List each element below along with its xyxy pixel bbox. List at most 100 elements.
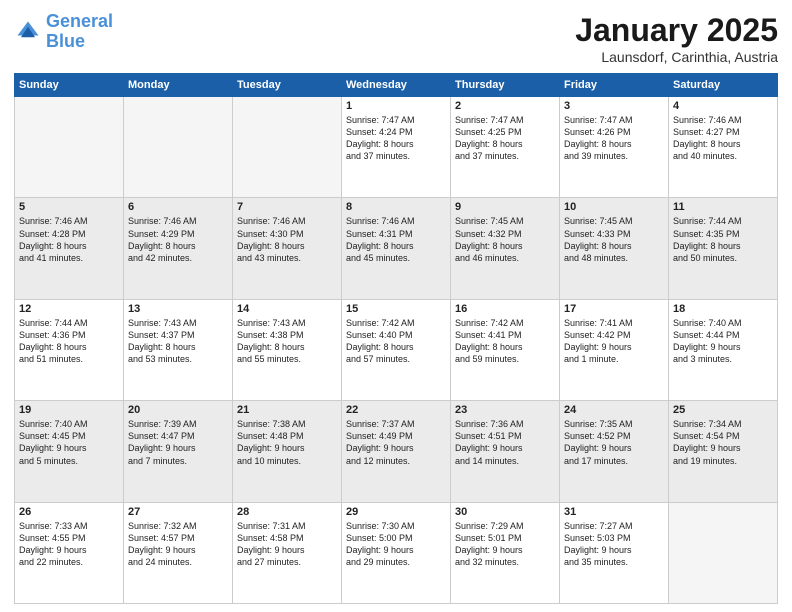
table-row: 7Sunrise: 7:46 AM Sunset: 4:30 PM Daylig… (233, 198, 342, 299)
day-number: 8 (346, 201, 446, 213)
day-number: 1 (346, 100, 446, 112)
day-number: 10 (564, 201, 664, 213)
day-info: Sunrise: 7:34 AM Sunset: 4:54 PM Dayligh… (673, 418, 773, 467)
day-number: 28 (237, 506, 337, 518)
day-number: 16 (455, 303, 555, 315)
day-info: Sunrise: 7:35 AM Sunset: 4:52 PM Dayligh… (564, 418, 664, 467)
header: General Blue January 2025 Launsdorf, Car… (14, 12, 778, 65)
table-row: 26Sunrise: 7:33 AM Sunset: 4:55 PM Dayli… (15, 502, 124, 603)
header-tuesday: Tuesday (233, 74, 342, 97)
day-number: 9 (455, 201, 555, 213)
day-number: 21 (237, 404, 337, 416)
table-row: 20 Sunrise: 7:39 AM Sunset: 4:47 PM Dayli… (124, 401, 233, 502)
day-info: Sunrise: 7:43 AM Sunset: 4:38 PM Dayligh… (237, 317, 337, 366)
day-number: 31 (564, 506, 664, 518)
day-number: 25 (673, 404, 773, 416)
day-number: 4 (673, 100, 773, 112)
table-row: 11 Sunrise: 7:44 AM Sunset: 4:35 PM Dayli… (669, 198, 778, 299)
calendar-week-row: 1 Sunrise: 7:47 AM Sunset: 4:24 PM Daylig… (15, 97, 778, 198)
table-row: 31Sunrise: 7:27 AM Sunset: 5:03 PM Dayli… (560, 502, 669, 603)
day-info: Sunrise: 7:45 AM Sunset: 4:32 PM Dayligh… (455, 215, 555, 264)
day-info: Sunrise: 7:37 AM Sunset: 4:49 PM Dayligh… (346, 418, 446, 467)
weekday-header-row: Sunday Monday Tuesday Wednesday Thursday… (15, 74, 778, 97)
table-row: 13Sunrise: 7:43 AM Sunset: 4:37 PM Dayli… (124, 299, 233, 400)
table-row: 3 Sunrise: 7:47 AM Sunset: 4:26 PM Daylig… (560, 97, 669, 198)
table-row (124, 97, 233, 198)
day-info: Sunrise: 7:45 AM Sunset: 4:33 PM Dayligh… (564, 215, 664, 264)
day-info: Sunrise: 7:41 AM Sunset: 4:42 PM Dayligh… (564, 317, 664, 366)
day-number: 20 (128, 404, 228, 416)
table-row: 21 Sunrise: 7:38 AM Sunset: 4:48 PM Dayli… (233, 401, 342, 502)
day-number: 19 (19, 404, 119, 416)
day-number: 3 (564, 100, 664, 112)
table-row: 16 Sunrise: 7:42 AM Sunset: 4:41 PM Dayli… (451, 299, 560, 400)
day-number: 27 (128, 506, 228, 518)
day-number: 30 (455, 506, 555, 518)
day-info: Sunrise: 7:38 AM Sunset: 4:48 PM Dayligh… (237, 418, 337, 467)
header-sunday: Sunday (15, 74, 124, 97)
table-row: 17 Sunrise: 7:41 AM Sunset: 4:42 PM Dayli… (560, 299, 669, 400)
header-monday: Monday (124, 74, 233, 97)
day-info: Sunrise: 7:42 AM Sunset: 4:40 PM Dayligh… (346, 317, 446, 366)
day-number: 7 (237, 201, 337, 213)
day-info: Sunrise: 7:32 AM Sunset: 4:57 PM Dayligh… (128, 520, 228, 569)
table-row: 19 Sunrise: 7:40 AM Sunset: 4:45 PM Dayli… (15, 401, 124, 502)
table-row: 12 Sunrise: 7:44 AM Sunset: 4:36 PM Dayli… (15, 299, 124, 400)
day-number: 18 (673, 303, 773, 315)
table-row (15, 97, 124, 198)
day-number: 11 (673, 201, 773, 213)
day-number: 17 (564, 303, 664, 315)
table-row: 1 Sunrise: 7:47 AM Sunset: 4:24 PM Daylig… (342, 97, 451, 198)
day-info: Sunrise: 7:47 AM Sunset: 4:24 PM Dayligh… (346, 114, 446, 163)
logo-general: General (46, 11, 113, 31)
day-info: Sunrise: 7:40 AM Sunset: 4:45 PM Dayligh… (19, 418, 119, 467)
day-info: Sunrise: 7:36 AM Sunset: 4:51 PM Dayligh… (455, 418, 555, 467)
table-row: 10 Sunrise: 7:45 AM Sunset: 4:33 PM Dayli… (560, 198, 669, 299)
table-row: 18 Sunrise: 7:40 AM Sunset: 4:44 PM Dayli… (669, 299, 778, 400)
day-number: 26 (19, 506, 119, 518)
table-row: 25 Sunrise: 7:34 AM Sunset: 4:54 PM Dayli… (669, 401, 778, 502)
calendar-week-row: 5 Sunrise: 7:46 AM Sunset: 4:28 PM Daylig… (15, 198, 778, 299)
day-info: Sunrise: 7:39 AM Sunset: 4:47 PM Dayligh… (128, 418, 228, 467)
day-info: Sunrise: 7:44 AM Sunset: 4:35 PM Dayligh… (673, 215, 773, 264)
day-info: Sunrise: 7:46 AM Sunset: 4:28 PM Dayligh… (19, 215, 119, 264)
table-row (233, 97, 342, 198)
header-friday: Friday (560, 74, 669, 97)
day-number: 29 (346, 506, 446, 518)
day-number: 5 (19, 201, 119, 213)
day-info: Sunrise: 7:44 AM Sunset: 4:36 PM Dayligh… (19, 317, 119, 366)
location-title: Launsdorf, Carinthia, Austria (575, 49, 778, 65)
day-info: Sunrise: 7:29 AM Sunset: 5:01 PM Dayligh… (455, 520, 555, 569)
header-wednesday: Wednesday (342, 74, 451, 97)
header-saturday: Saturday (669, 74, 778, 97)
day-info: Sunrise: 7:47 AM Sunset: 4:25 PM Dayligh… (455, 114, 555, 163)
day-number: 24 (564, 404, 664, 416)
day-info: Sunrise: 7:42 AM Sunset: 4:41 PM Dayligh… (455, 317, 555, 366)
logo: General Blue (14, 12, 113, 52)
table-row: 22 Sunrise: 7:37 AM Sunset: 4:49 PM Dayli… (342, 401, 451, 502)
table-row: 23 Sunrise: 7:36 AM Sunset: 4:51 PM Dayli… (451, 401, 560, 502)
table-row: 6 Sunrise: 7:46 AM Sunset: 4:29 PM Daylig… (124, 198, 233, 299)
calendar-week-row: 12 Sunrise: 7:44 AM Sunset: 4:36 PM Dayli… (15, 299, 778, 400)
calendar-table: Sunday Monday Tuesday Wednesday Thursday… (14, 73, 778, 604)
day-number: 14 (237, 303, 337, 315)
day-info: Sunrise: 7:31 AM Sunset: 4:58 PM Dayligh… (237, 520, 337, 569)
day-number: 23 (455, 404, 555, 416)
table-row: 27 Sunrise: 7:32 AM Sunset: 4:57 PM Dayli… (124, 502, 233, 603)
day-number: 2 (455, 100, 555, 112)
header-thursday: Thursday (451, 74, 560, 97)
table-row: 5 Sunrise: 7:46 AM Sunset: 4:28 PM Daylig… (15, 198, 124, 299)
table-row: 29 Sunrise: 7:30 AM Sunset: 5:00 PM Dayli… (342, 502, 451, 603)
table-row: 9 Sunrise: 7:45 AM Sunset: 4:32 PM Daylig… (451, 198, 560, 299)
day-number: 6 (128, 201, 228, 213)
month-title: January 2025 (575, 12, 778, 49)
day-number: 13 (128, 303, 228, 315)
day-info: Sunrise: 7:40 AM Sunset: 4:44 PM Dayligh… (673, 317, 773, 366)
day-number: 22 (346, 404, 446, 416)
table-row: 8Sunrise: 7:46 AM Sunset: 4:31 PM Daylig… (342, 198, 451, 299)
day-info: Sunrise: 7:47 AM Sunset: 4:26 PM Dayligh… (564, 114, 664, 163)
calendar-week-row: 26Sunrise: 7:33 AM Sunset: 4:55 PM Dayli… (15, 502, 778, 603)
day-info: Sunrise: 7:46 AM Sunset: 4:29 PM Dayligh… (128, 215, 228, 264)
day-number: 12 (19, 303, 119, 315)
day-info: Sunrise: 7:30 AM Sunset: 5:00 PM Dayligh… (346, 520, 446, 569)
